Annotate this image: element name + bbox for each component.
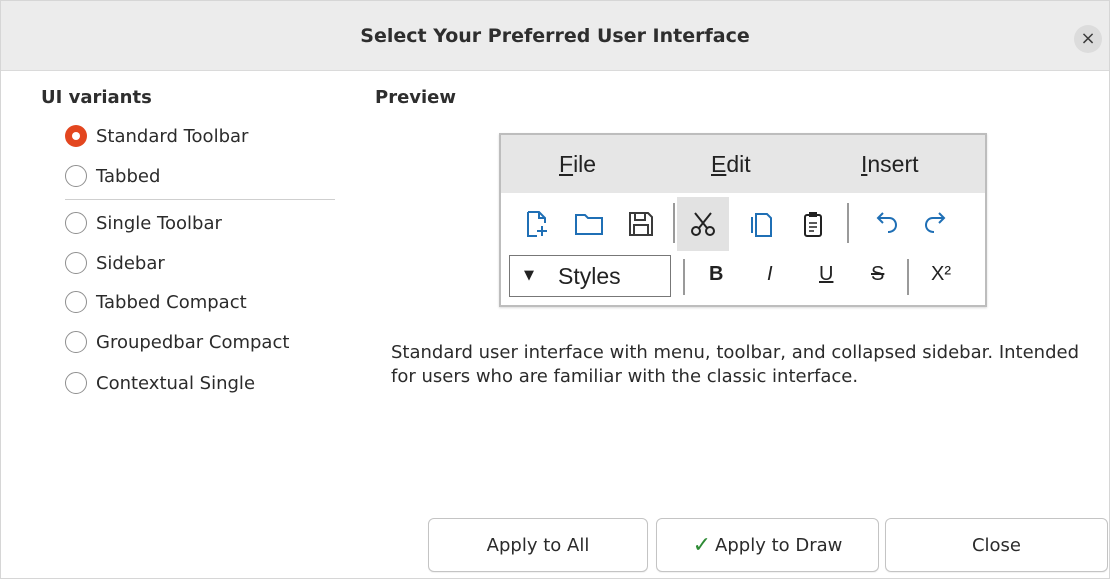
close-button[interactable]: Close	[885, 518, 1108, 572]
paste-icon	[787, 197, 839, 251]
preview-menu-insert: Insert	[861, 151, 919, 177]
radio-label: Standard Toolbar	[96, 125, 249, 147]
open-folder-icon	[563, 197, 615, 251]
preview-styles-box: ▼ Styles	[509, 255, 671, 297]
copy-icon	[735, 197, 787, 251]
preview-menu-edit: Edit	[711, 151, 751, 177]
ui-select-dialog: Select Your Preferred User Interface × U…	[0, 0, 1110, 579]
radio-label: Sidebar	[96, 252, 165, 274]
radio-label: Tabbed	[96, 165, 161, 187]
bold-icon: B	[709, 263, 724, 285]
radio-tabbed-compact[interactable]: Tabbed Compact	[65, 287, 247, 317]
checkmark-icon: ✓	[692, 532, 712, 558]
radio-label: Tabbed Compact	[96, 291, 247, 313]
apply-to-all-button[interactable]: Apply to All	[428, 518, 648, 572]
radio-icon[interactable]	[65, 331, 87, 353]
variant-description: Standard user interface with menu, toolb…	[391, 342, 1080, 387]
apply-to-draw-button[interactable]: ✓ Apply to Draw	[656, 518, 879, 572]
title-bar: Select Your Preferred User Interface ×	[1, 1, 1109, 71]
variants-separator	[65, 199, 335, 200]
preview-menubar: File Edit Insert	[501, 135, 985, 193]
radio-label: Single Toolbar	[96, 212, 222, 234]
radio-label: Groupedbar Compact	[96, 331, 290, 353]
dropdown-arrow-icon: ▼	[524, 268, 534, 283]
radio-selected-icon[interactable]	[65, 125, 87, 147]
superscript-icon: X²	[931, 263, 951, 285]
toolbar-separator	[847, 203, 849, 243]
radio-icon[interactable]	[65, 252, 87, 274]
ui-variants-heading: UI variants	[41, 87, 152, 108]
apply-to-draw-label: Apply to Draw	[715, 534, 843, 556]
radio-standard-toolbar[interactable]: Standard Toolbar	[65, 121, 248, 151]
redo-icon	[911, 197, 963, 251]
undo-icon	[859, 197, 911, 251]
radio-icon[interactable]	[65, 372, 87, 394]
preview-image: File Edit Insert ▼ Styles B I U S X²	[499, 133, 987, 307]
close-icon[interactable]: ×	[1074, 25, 1102, 53]
strikethrough-icon: S	[871, 263, 885, 285]
save-icon	[615, 197, 667, 251]
radio-single-toolbar[interactable]: Single Toolbar	[65, 208, 222, 238]
preview-menu-file: File	[559, 151, 597, 177]
preview-heading: Preview	[375, 87, 457, 108]
underline-icon: U	[819, 263, 834, 285]
radio-icon[interactable]	[65, 165, 87, 187]
format-separator	[683, 259, 685, 295]
format-separator	[907, 259, 909, 295]
preview-styles-label: Styles	[558, 263, 621, 289]
radio-contextual-single[interactable]: Contextual Single	[65, 368, 255, 398]
new-document-icon	[511, 197, 563, 251]
dialog-title: Select Your Preferred User Interface	[360, 25, 750, 47]
cut-icon	[677, 197, 729, 251]
italic-icon: I	[767, 263, 773, 285]
radio-groupedbar-compact[interactable]: Groupedbar Compact	[65, 327, 289, 357]
radio-icon[interactable]	[65, 291, 87, 313]
radio-tabbed[interactable]: Tabbed	[65, 161, 160, 191]
radio-sidebar[interactable]: Sidebar	[65, 248, 165, 278]
radio-label: Contextual Single	[96, 372, 256, 394]
toolbar-separator	[673, 203, 675, 243]
radio-icon[interactable]	[65, 212, 87, 234]
